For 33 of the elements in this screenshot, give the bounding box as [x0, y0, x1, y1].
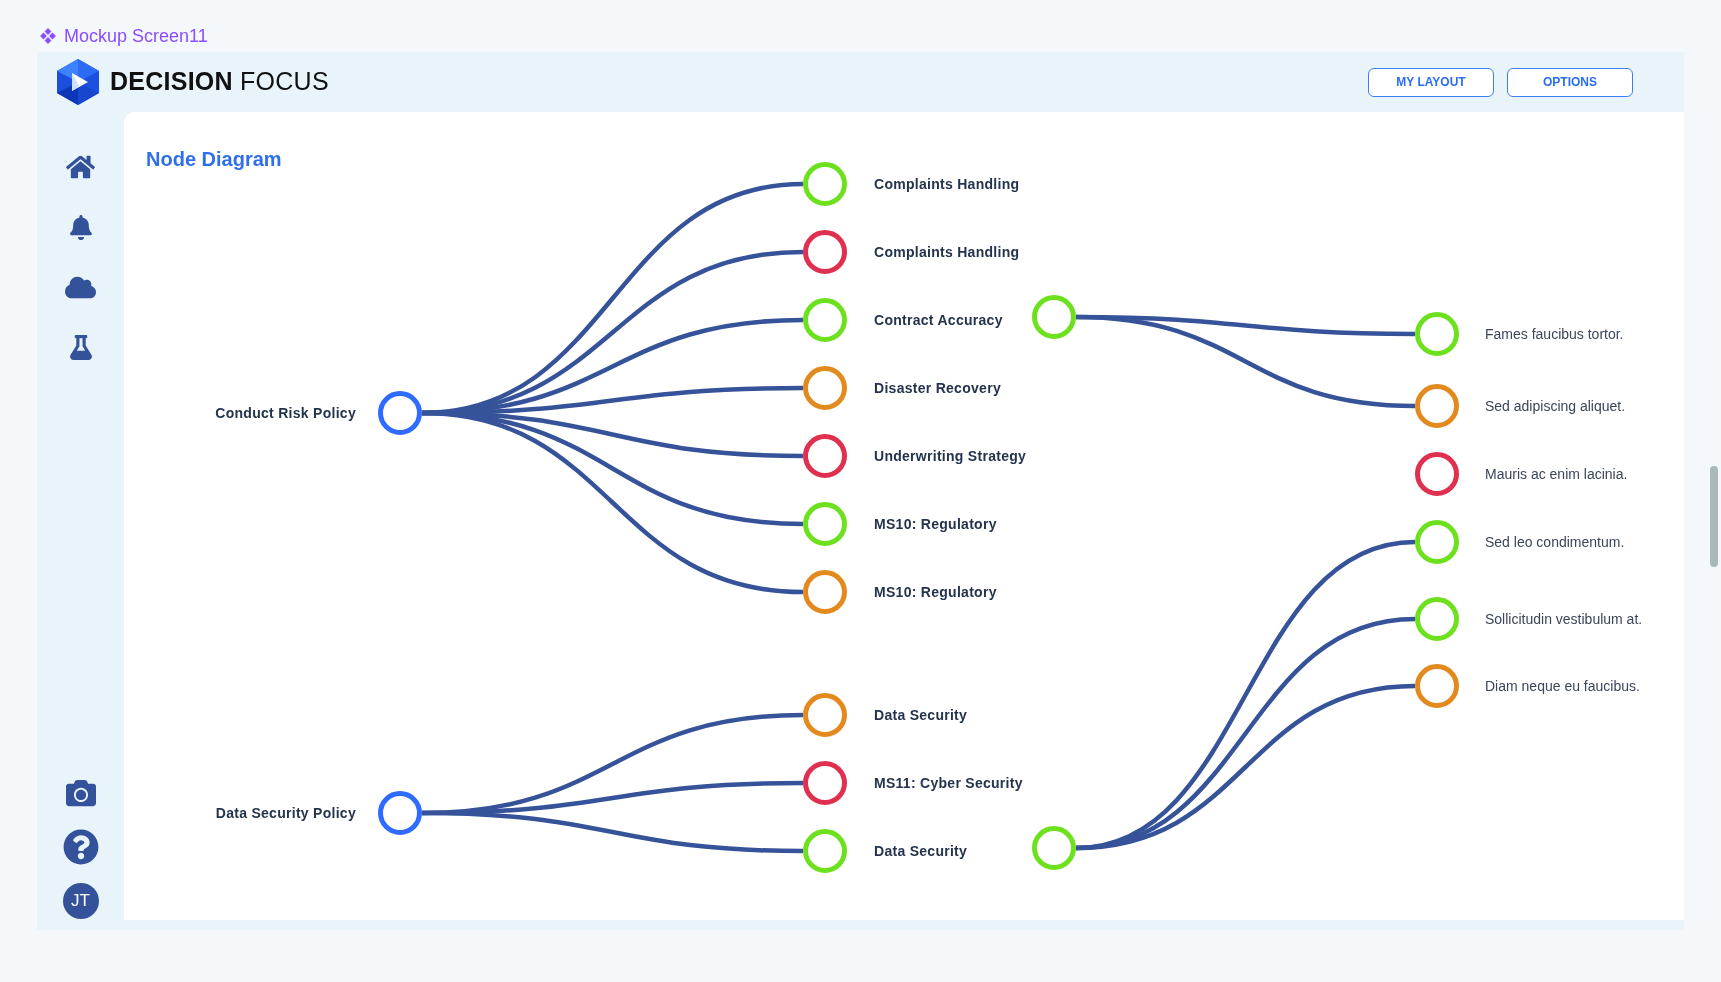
panel-title: Node Diagram: [146, 148, 282, 170]
node-label: Conduct Risk Policy: [215, 404, 356, 423]
node-label: Data Security Policy: [215, 804, 356, 823]
node-label: Diam neque eu faucibus.: [1485, 677, 1640, 696]
bell-icon[interactable]: [69, 214, 92, 240]
layout-button[interactable]: MY LAYOUT: [1368, 67, 1494, 97]
home-icon[interactable]: [66, 154, 95, 180]
flask-icon[interactable]: [69, 334, 92, 360]
node-label: Sed adipiscing aliquet.: [1485, 397, 1626, 416]
options-button[interactable]: OPTIONS: [1507, 67, 1633, 97]
hexagon-logo-icon: [57, 59, 99, 105]
screen-title: Mockup Screen11: [64, 27, 208, 45]
brand-name: DECISION FOCUS: [110, 66, 329, 98]
node-label: Contract Accuracy: [874, 311, 1003, 330]
node-label: Complaints Handling: [874, 243, 1020, 262]
camera-icon[interactable]: [64, 778, 97, 808]
node-label: MS10: Regulatory: [874, 515, 997, 534]
node-label: Fames faucibus tortor.: [1485, 325, 1624, 344]
four-diamonds-icon: [40, 28, 56, 44]
help-icon[interactable]: [62, 829, 99, 865]
node-label: MS10: Regulatory: [874, 583, 997, 602]
scrollbar-thumb[interactable]: [1710, 466, 1718, 567]
node-label: Sollicitudin vestibulum at.: [1485, 610, 1643, 629]
node-label: MS11: Cyber Security: [874, 774, 1023, 793]
node-label: Data Security: [874, 842, 968, 861]
node-label: Mauris ac enim lacinia.: [1485, 465, 1628, 484]
node-label: Underwriting Strategy: [874, 447, 1027, 466]
node-label: Data Security: [874, 706, 968, 725]
cloud-icon[interactable]: [65, 274, 96, 300]
user-avatar[interactable]: JT: [62, 883, 99, 919]
node-label: Complaints Handling: [874, 175, 1020, 194]
node-label: Sed leo condimentum.: [1485, 533, 1625, 552]
node-label: Disaster Recovery: [874, 379, 1001, 398]
